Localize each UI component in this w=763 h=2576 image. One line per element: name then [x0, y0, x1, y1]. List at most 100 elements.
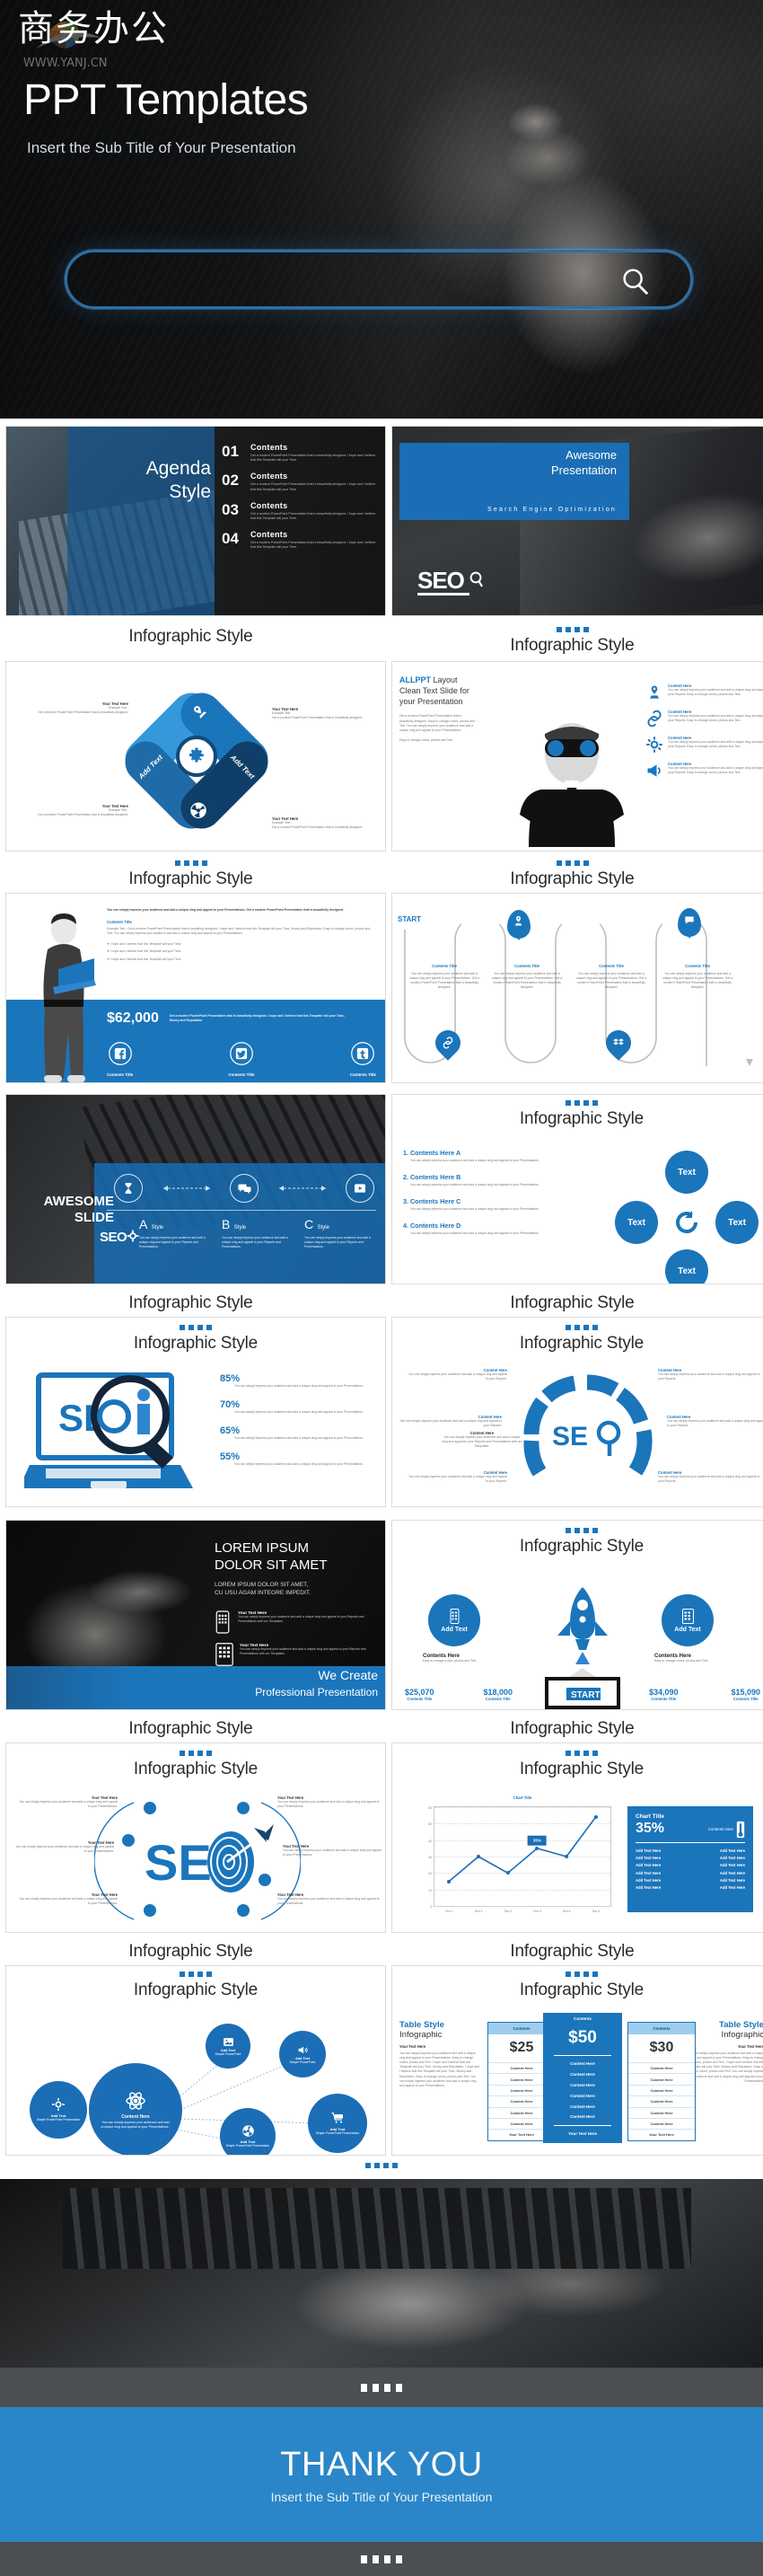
pin-card-title: Contents Title — [432, 964, 457, 968]
percent-value: 55% — [220, 1451, 241, 1463]
slide-cell-awesome-slide: AWESOME SLIDE SEO A Style You can simply… — [0, 1083, 386, 1284]
pricing-column-featured[interactable]: Contents $50 Content Here Content Here C… — [543, 2013, 622, 2143]
icon-steps-row — [114, 1174, 374, 1203]
x-axis-tick: Text 5 — [562, 1910, 571, 1913]
target-label-desc: You can simply impress your audience and… — [15, 1845, 114, 1854]
social-label: Contents Title — [349, 1072, 376, 1077]
binoculars-slide[interactable]: ALLPPT Layout Clean Text Slide for your … — [391, 661, 763, 851]
agenda-title-line1: Agenda — [145, 458, 211, 479]
network-node[interactable]: Add Text Simple PowerPoint Presentation — [220, 2108, 276, 2155]
panel-row: Add Text Here Add Text Here — [636, 1848, 745, 1853]
step-icon-circle[interactable] — [230, 1174, 259, 1203]
contents-item[interactable]: 2. Contents Here B You can simply impres… — [403, 1173, 592, 1187]
money-bullet: ✦ I hope and I believe that this Templat… — [107, 942, 182, 947]
speech-bubble[interactable]: Add Text — [662, 1594, 714, 1646]
network-slide[interactable]: Infographic Style Content Here You can s… — [5, 1965, 386, 2156]
awesome-dark-slide[interactable]: AWESOME SLIDE SEO A Style You can simply… — [5, 1094, 386, 1284]
phone-slide[interactable]: LOREM IPSUM DOLOR SIT AMET LOREM IPSUM D… — [5, 1520, 386, 1710]
grid-line: 0 — [430, 1905, 610, 1909]
contents-item[interactable]: 3. Contents Here C You can simply impres… — [403, 1197, 592, 1212]
table-slide[interactable]: Infographic Style Table Style Infographi… — [391, 1965, 763, 2156]
slide-cell-target: Infographic Style SE Your Text Here You … — [0, 1739, 386, 1933]
percent-slide[interactable]: Infographic Style SE 85% You can simply … — [5, 1317, 386, 1507]
rocket-icon: START — [545, 1587, 620, 1709]
donut-slide[interactable]: Infographic Style SE Content Here You ca… — [391, 1317, 763, 1507]
network-node-desc: Simple PowerPoint Presentation — [315, 2131, 360, 2136]
pin-marker[interactable] — [678, 908, 701, 939]
slide-row-5: Infographic Style SE 85% You can simply … — [0, 1313, 763, 1507]
agenda-item[interactable]: 02 Contents Get a modern PowerPoint Pres… — [222, 472, 378, 491]
network-node[interactable]: Add Text Simple PowerPoint Presentation — [308, 2094, 367, 2153]
network-node[interactable]: Add Text Simple PowerPoint — [206, 2024, 250, 2069]
section-title: Infographic Style — [133, 1334, 259, 1353]
pin-card: Contents Title You can simply impress yo… — [662, 964, 733, 990]
hero-subtitle: Insert the Sub Title of Your Presentatio… — [27, 139, 296, 156]
seo-logo: SEO — [100, 1230, 139, 1245]
awesome-presentation-slide[interactable]: Awesome Presentation Search Engine Optim… — [391, 426, 763, 616]
donut-label: Content Here You can simply impress your… — [396, 1415, 502, 1428]
contents-item[interactable]: 4. Contents Here D You can simply impres… — [403, 1222, 592, 1236]
section-title: Infographic Style — [510, 1293, 635, 1312]
money-slide[interactable]: You can simply impress your audience and… — [5, 893, 386, 1083]
dot-separator — [0, 860, 382, 866]
pricing-column[interactable]: Contents $30 Content Here Content Here C… — [627, 2022, 696, 2141]
content-item-desc: You can simply impress your audience and… — [668, 766, 763, 775]
panel-row-left: Add Text Here — [636, 1848, 662, 1853]
content-item[interactable]: Content Here You can simply impress your… — [645, 710, 763, 728]
network-node[interactable]: Add Text Simple PowerPoint — [279, 2031, 326, 2078]
column-desc: You can simply impress your audience and… — [304, 1236, 371, 1249]
content-item[interactable]: Content Here You can simply impress your… — [645, 684, 763, 701]
agenda-title: Agenda Style — [76, 457, 211, 505]
phone-item[interactable]: Your Text Here You can simply impress yo… — [215, 1643, 380, 1667]
dot-separator — [364, 2163, 399, 2168]
speech-bubble[interactable]: Add Text — [428, 1594, 480, 1646]
column-price: $50 — [568, 2028, 597, 2047]
abc-column: B Style You can simply impress your audi… — [222, 1217, 294, 1249]
phone-item[interactable]: Your Text Here You can simply impress yo… — [215, 1610, 380, 1634]
agenda-item[interactable]: 04 Contents Get a modern PowerPoint Pres… — [222, 530, 378, 550]
social-item[interactable]: Contents Title — [228, 1041, 255, 1077]
social-item[interactable]: Contents Title — [350, 1041, 376, 1077]
abc-columns: A Style You can simply impress your audi… — [139, 1217, 376, 1249]
content-item[interactable]: Content Here You can simply impress your… — [645, 736, 763, 754]
text-circle[interactable]: Text — [715, 1201, 759, 1244]
percent-value: 70% — [220, 1399, 241, 1411]
titles-row-5: Infographic Style Infographic Style — [0, 1933, 763, 1962]
money-bullet-text: I hope and I believe that this Template … — [110, 957, 182, 961]
agenda-slide[interactable]: Agenda Style 01 Contents Get a modern Po… — [5, 426, 386, 616]
x-infographic-slide[interactable]: Add Text Add Text Add Text — [5, 661, 386, 851]
text-circle[interactable]: Text — [665, 1151, 708, 1194]
agenda-item[interactable]: 03 Contents Get a modern PowerPoint Pres… — [222, 501, 378, 521]
panel-rows: Add Text Here Add Text Here Add Text Here A… — [636, 1848, 745, 1890]
content-item[interactable]: Content Here You can simply impress your… — [645, 762, 763, 780]
target-slide[interactable]: Infographic Style SE Your Text Here You … — [5, 1742, 386, 1933]
search-bar[interactable] — [65, 250, 693, 309]
location-icon — [194, 706, 207, 719]
contents-item[interactable]: 1. Contents Here A You can simply impres… — [403, 1149, 592, 1163]
seo-logo-text: SEO — [100, 1230, 127, 1245]
network-node[interactable]: Add Text Simple PowerPoint Presentation — [30, 2081, 87, 2139]
network-center-node[interactable]: Content Here You can simply impress your… — [89, 2063, 182, 2155]
rocket-slide[interactable]: Infographic Style Add Text Add Text STAR… — [391, 1520, 763, 1710]
contents-list-slide[interactable]: Infographic Style 1. Contents Here A You… — [391, 1094, 763, 1284]
agenda-item[interactable]: 01 Contents Get a modern PowerPoint Pres… — [222, 443, 378, 463]
title-block: Infographic Style — [0, 851, 382, 889]
target-label-desc: You can simply impress your audience and… — [19, 1800, 118, 1809]
target-label: Your Text Here You can simply impress yo… — [17, 1892, 118, 1906]
network-node-desc: Simple PowerPoint Presentation — [36, 2118, 81, 2122]
location-icon — [650, 685, 659, 699]
dot-band — [0, 2542, 763, 2576]
smartphone-icon — [215, 1610, 230, 1634]
x-caption: Your Text Here Example Text : Get a mode… — [272, 816, 383, 830]
chart-slide[interactable]: Infographic Style Chart Title 0 10 20 30 40 5… — [391, 1742, 763, 1933]
social-item[interactable]: Contents Title — [107, 1041, 133, 1077]
text-circle[interactable]: Text — [665, 1249, 708, 1284]
text-circle[interactable]: Text — [615, 1201, 658, 1244]
column-row: Content Here — [570, 2061, 595, 2067]
step-icon-circle[interactable] — [346, 1174, 374, 1203]
link-icon — [443, 1037, 453, 1049]
step-icon-circle[interactable] — [114, 1174, 143, 1203]
pin-marker[interactable] — [507, 910, 531, 940]
column-row: Content Here — [628, 2106, 695, 2118]
pins-slide[interactable]: START Contents Title You can simply impr… — [391, 893, 763, 1083]
